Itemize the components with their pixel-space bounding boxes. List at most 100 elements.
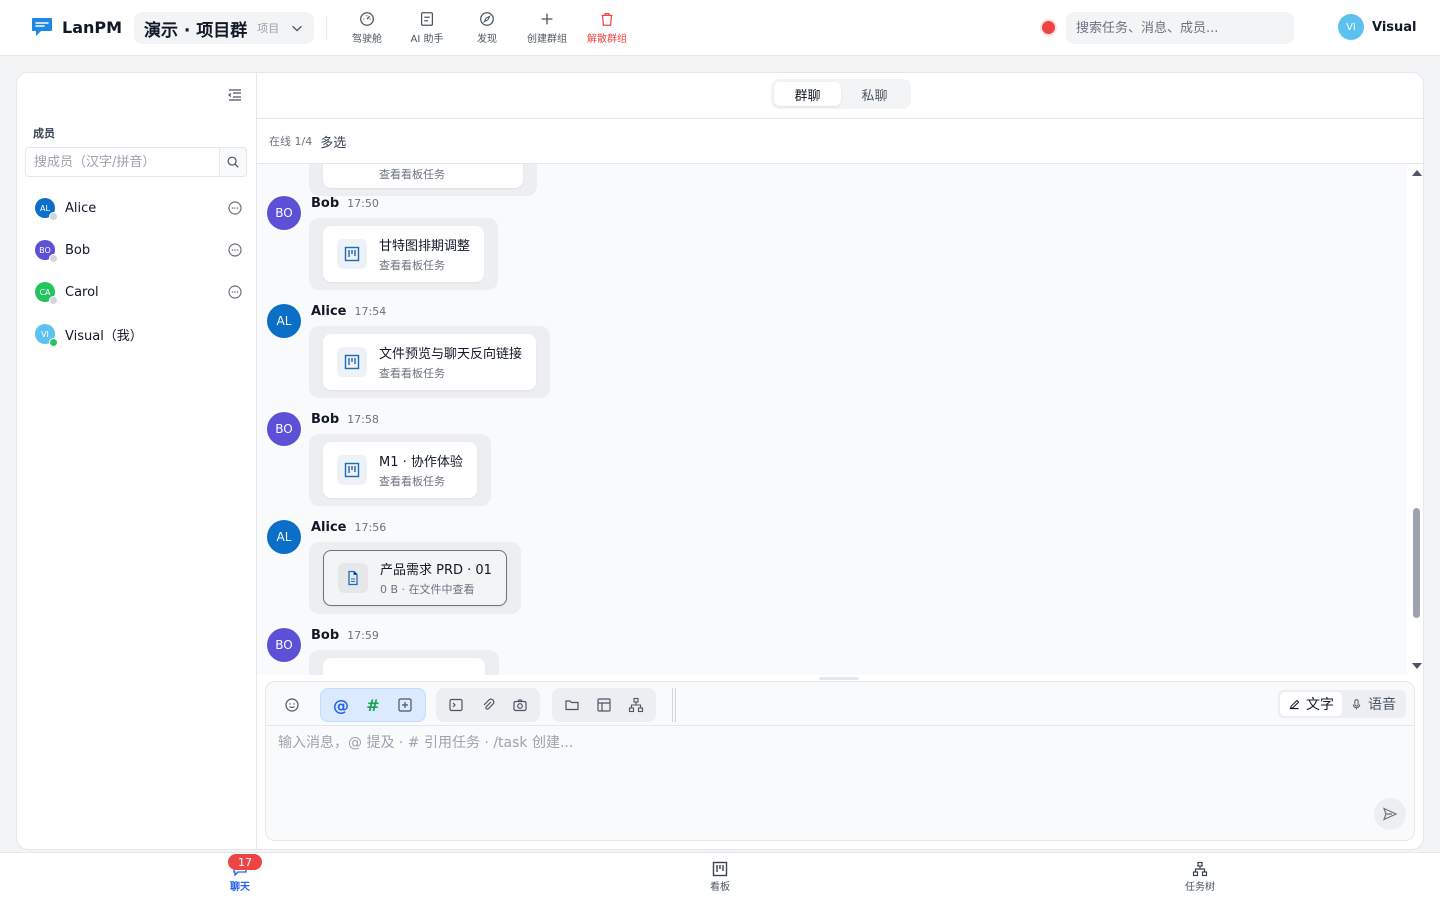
multi-select-button[interactable]: 多选	[320, 132, 346, 151]
scroll-up-arrow-icon[interactable]	[1412, 170, 1422, 176]
member-avatar: CA	[35, 282, 58, 305]
attach-button[interactable]	[474, 691, 502, 719]
recording-indicator[interactable]	[1042, 21, 1055, 34]
layout-icon	[597, 698, 611, 712]
task-card-sub: 查看看板任务	[379, 168, 445, 181]
folder-icon	[565, 700, 579, 711]
members-title: 成员	[33, 127, 55, 140]
member-initials: CA	[39, 287, 51, 297]
task-card[interactable]: 甘特图排期调整 查看看板任务	[323, 226, 485, 282]
message-time: 17:50	[347, 197, 379, 210]
insert-task-button[interactable]	[391, 691, 419, 719]
tool-ai-assistant[interactable]: AI 助手	[400, 10, 454, 45]
tool-dashboard[interactable]: 驾驶舱	[340, 10, 394, 45]
member-initials: VI	[41, 329, 49, 339]
message-avatar[interactable]: BO	[267, 412, 301, 446]
chat-bubble-logo-icon	[32, 18, 52, 36]
user-menu[interactable]: VI Visual	[1338, 14, 1417, 40]
status-dot-offline	[49, 296, 58, 305]
app-logo[interactable]: LanPM	[30, 15, 122, 39]
project-selector[interactable]: 演示 · 项目群 项目	[134, 12, 314, 44]
tool-dissolve-group[interactable]: 解散群组	[580, 10, 634, 45]
message-scrollbar[interactable]	[1407, 164, 1423, 675]
message-time: 17:56	[354, 521, 387, 534]
chat-header: 在线 1/4 多选	[257, 118, 1423, 164]
task-card-partial[interactable]: 查看看板任务	[323, 164, 523, 188]
direct-message-icon[interactable]	[227, 200, 243, 216]
member-search-button[interactable]	[219, 147, 247, 177]
member-initials: AL	[40, 203, 50, 213]
message-avatar[interactable]: AL	[267, 304, 301, 338]
nav-kanban[interactable]: 看板	[690, 861, 750, 893]
file-icon	[338, 563, 368, 593]
mention-button[interactable]: @	[327, 691, 355, 719]
attach-group	[436, 688, 540, 722]
mode-text-label: 文字	[1306, 697, 1334, 713]
paperclip-icon	[483, 698, 495, 710]
tab-private-chat[interactable]: 私聊	[841, 82, 908, 106]
direct-message-icon[interactable]	[227, 284, 243, 300]
message-input[interactable]	[266, 726, 1414, 806]
composer-resize-handle[interactable]	[819, 677, 859, 680]
message-list[interactable]: 查看看板任务 BO Bob 17:50 甘特图排期调整 查看看板任务 AL Al…	[257, 164, 1407, 675]
mode-voice-button[interactable]: 语音	[1342, 692, 1404, 716]
message-author: Bob	[311, 628, 340, 643]
top-bar: LanPM 演示 · 项目群 项目 驾驶舱 AI 助手 发现 创建群组 解散群组	[0, 0, 1440, 56]
member-name: Visual（我）	[65, 328, 143, 344]
member-item[interactable]: CA Carol	[17, 271, 257, 313]
emoji-button[interactable]	[278, 691, 306, 719]
file-card-title: 产品需求 PRD · 01	[380, 563, 492, 578]
tab-group-chat[interactable]: 群聊	[774, 82, 841, 106]
scroll-down-arrow-icon[interactable]	[1412, 663, 1422, 669]
app-name: LanPM	[62, 17, 123, 37]
kanban-icon	[337, 347, 367, 377]
member-item[interactable]: BO Bob	[17, 229, 257, 271]
scroll-thumb[interactable]	[1413, 508, 1420, 618]
task-tree-button[interactable]	[622, 691, 650, 719]
global-search-input[interactable]	[1066, 12, 1294, 44]
message-bubble: 查看看板任务	[309, 164, 537, 196]
smiley-icon	[285, 698, 299, 712]
message-bubble	[309, 650, 499, 675]
task-reference-button[interactable]: #	[359, 691, 387, 719]
member-item[interactable]: AL Alice	[17, 187, 257, 229]
member-name: Bob	[65, 242, 91, 258]
file-card[interactable]: 产品需求 PRD · 01 0 B · 在文件中查看	[323, 550, 507, 606]
chat-area: 群聊 私聊 在线 1/4 多选 查看看板任务 BO Bob 17:50 甘特图排…	[257, 73, 1423, 849]
nav-task-tree-label: 任务树	[1185, 882, 1215, 893]
mode-text-button[interactable]: 文字	[1280, 692, 1342, 716]
terminal-icon	[449, 698, 463, 712]
tool-create-group-label: 创建群组	[527, 34, 567, 45]
send-icon	[1382, 807, 1398, 821]
member-item-self[interactable]: VI Visual（我）	[17, 313, 257, 355]
camera-button[interactable]	[506, 691, 534, 719]
member-search-input[interactable]	[25, 147, 219, 177]
message-header: Alice 17:54	[311, 304, 386, 319]
task-card-text: M1 · 协作体验 查看看板任务	[379, 451, 463, 489]
collapse-sidebar-icon[interactable]	[227, 87, 243, 103]
project-tag: 项目	[257, 22, 280, 35]
command-button[interactable]	[442, 691, 470, 719]
search-icon	[227, 156, 239, 168]
tool-create-group[interactable]: 创建群组	[520, 10, 574, 45]
mention-group: @ #	[320, 688, 426, 722]
task-card-partial[interactable]	[323, 658, 485, 675]
emoji-group	[272, 688, 312, 722]
status-dot-offline	[49, 212, 58, 221]
tool-ai-assistant-label: AI 助手	[410, 34, 444, 45]
message-bubble: 甘特图排期调整 查看看板任务	[309, 218, 499, 290]
message-avatar[interactable]: AL	[267, 520, 301, 554]
task-card[interactable]: M1 · 协作体验 查看看板任务	[323, 442, 477, 498]
send-button[interactable]	[1374, 798, 1406, 830]
board-button[interactable]	[590, 691, 618, 719]
nav-task-tree[interactable]: 任务树	[1170, 861, 1230, 893]
member-avatar: VI	[35, 324, 58, 347]
composer-toolbar: @ # 文字 语音	[266, 682, 1414, 726]
message-avatar[interactable]: BO	[267, 196, 301, 230]
folder-button[interactable]	[558, 691, 586, 719]
message-avatar[interactable]: BO	[267, 628, 301, 662]
direct-message-icon[interactable]	[227, 242, 243, 258]
task-card[interactable]: 文件预览与聊天反向链接 查看看板任务	[323, 334, 537, 390]
tool-discover[interactable]: 发现	[460, 10, 514, 45]
hierarchy-icon	[1192, 861, 1208, 877]
